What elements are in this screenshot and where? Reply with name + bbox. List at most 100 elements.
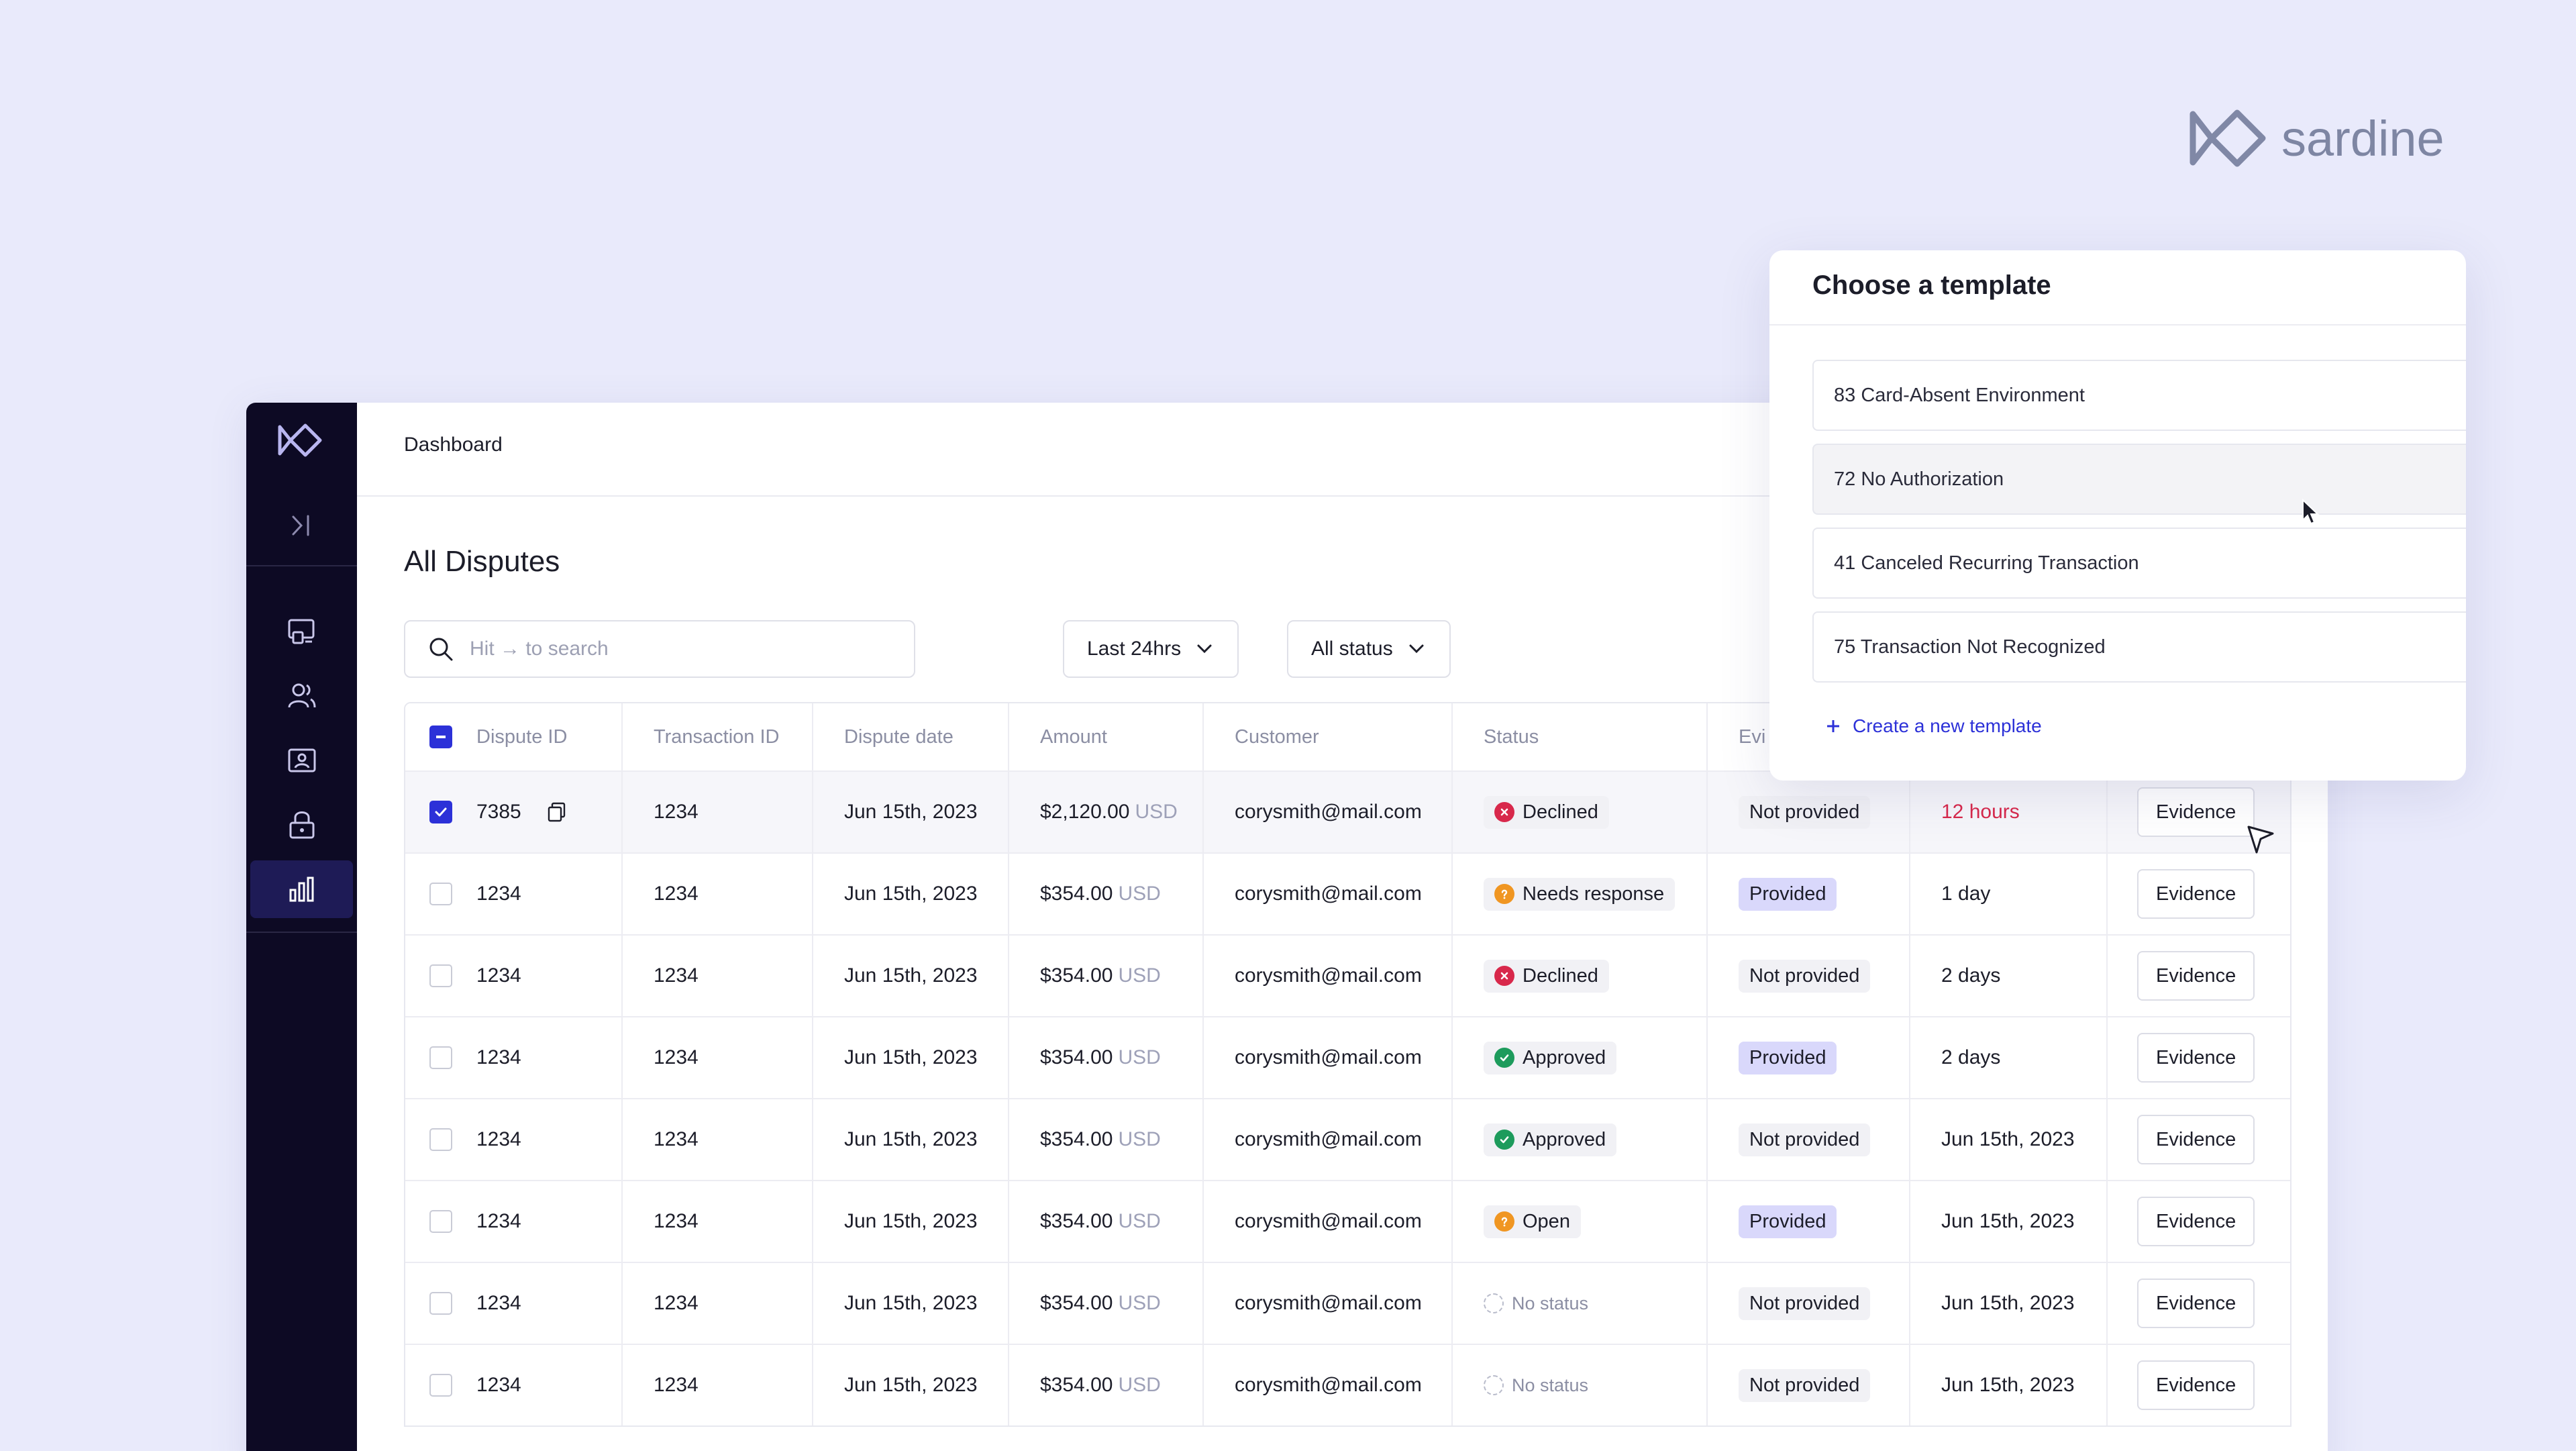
status-filter-label: All status xyxy=(1311,638,1393,660)
sidebar-item-analytics[interactable] xyxy=(250,860,353,918)
minus-icon xyxy=(436,736,446,738)
template-popover: Choose a template 83 Card-Absent Environ… xyxy=(1769,250,2466,781)
cell-evidence: Not provided xyxy=(1708,1345,1910,1425)
check-icon xyxy=(435,807,447,817)
cell-status: Approved xyxy=(1453,1017,1708,1098)
status-filter-dropdown[interactable]: All status xyxy=(1287,620,1451,678)
due-label: Jun 15th, 2023 xyxy=(1941,1374,2075,1396)
lock-icon xyxy=(289,811,314,839)
transaction-id: 1234 xyxy=(654,1210,699,1232)
currency-code: USD xyxy=(1118,1292,1161,1314)
status-badge: Declined xyxy=(1484,795,1609,829)
create-template-link[interactable]: Create a new template xyxy=(1824,715,2042,737)
dispute-date: Jun 15th, 2023 xyxy=(844,1210,978,1232)
table-row[interactable]: 7385 1234 Jun 15th, 2023 $2,120.00 USD corysm… xyxy=(405,770,2290,852)
sardine-logo-icon[interactable] xyxy=(276,420,328,460)
copy-icon[interactable] xyxy=(546,801,568,823)
header-label[interactable]: Dispute ID xyxy=(476,726,567,748)
transaction-id: 1234 xyxy=(654,1374,699,1396)
amount-value: $354.00 xyxy=(1040,1210,1113,1232)
evidence-button[interactable]: Evidence xyxy=(2137,1360,2255,1410)
table-row[interactable]: 1234 1234 Jun 15th, 2023 $354.00 USD corysmit… xyxy=(405,1016,2290,1098)
row-checkbox[interactable] xyxy=(429,1210,452,1233)
header-dispute-date[interactable]: Dispute date xyxy=(813,703,1009,770)
template-option[interactable]: 83 Card-Absent Environment xyxy=(1812,360,2466,431)
evidence-tag: Provided xyxy=(1739,1205,1837,1238)
sidebar-item-security[interactable] xyxy=(246,796,357,854)
amount-value: $354.00 xyxy=(1040,1046,1113,1068)
header-customer[interactable]: Customer xyxy=(1204,703,1453,770)
sidebar-item-dashboard[interactable] xyxy=(246,603,357,660)
date-range-dropdown[interactable]: Last 24hrs xyxy=(1063,620,1239,678)
analytics-icon xyxy=(289,877,313,902)
cell-transaction-id: 1234 xyxy=(623,936,813,1016)
cell-transaction-id: 1234 xyxy=(623,1099,813,1180)
sidebar-item-identity[interactable] xyxy=(246,732,357,789)
cell-due: Jun 15th, 2023 xyxy=(1910,1263,2108,1344)
cell-due: 2 days xyxy=(1910,1017,2108,1098)
cell-transaction-id: 1234 xyxy=(623,1263,813,1344)
evidence-button[interactable]: Evidence xyxy=(2137,951,2255,1001)
search-box[interactable] xyxy=(404,620,915,678)
header-status[interactable]: Status xyxy=(1453,703,1708,770)
cell-due: 1 day xyxy=(1910,854,2108,934)
select-all-checkbox[interactable] xyxy=(429,726,452,748)
cell-amount: $354.00 USD xyxy=(1009,1263,1204,1344)
cell-amount: $2,120.00 USD xyxy=(1009,772,1204,852)
collapse-sidebar-icon[interactable] xyxy=(287,510,317,541)
row-checkbox[interactable] xyxy=(429,1292,452,1315)
cell-amount: $354.00 USD xyxy=(1009,1345,1204,1425)
table-row[interactable]: 1234 1234 Jun 15th, 2023 $354.00 USD corysmit… xyxy=(405,1262,2290,1344)
evidence-button[interactable]: Evidence xyxy=(2137,869,2255,919)
currency-code: USD xyxy=(1118,1374,1161,1396)
template-option[interactable]: 72 No Authorization xyxy=(1812,444,2466,515)
row-checkbox[interactable] xyxy=(429,801,452,823)
evidence-button[interactable]: Evidence xyxy=(2137,1115,2255,1164)
evidence-button[interactable]: Evidence xyxy=(2137,787,2255,837)
evidence-tag: Not provided xyxy=(1739,959,1871,993)
table-row[interactable]: 1234 1234 Jun 15th, 2023 $354.00 USD corysmit… xyxy=(405,934,2290,1016)
cell-evidence: Not provided xyxy=(1708,1263,1910,1344)
status-label: Declined xyxy=(1523,964,1598,987)
search-input[interactable] xyxy=(470,638,872,660)
table-row[interactable]: 1234 1234 Jun 15th, 2023 $354.00 USD corysmit… xyxy=(405,1344,2290,1425)
status-badge: No status xyxy=(1484,1370,1599,1401)
header-label: Transaction ID xyxy=(654,726,780,748)
cursor-arrow-icon xyxy=(2247,825,2274,854)
row-checkbox[interactable] xyxy=(429,883,452,905)
cell-customer: corysmith@mail.com xyxy=(1204,1099,1453,1180)
header-amount[interactable]: Amount xyxy=(1009,703,1204,770)
due-label: 2 days xyxy=(1941,1046,2001,1068)
evidence-button[interactable]: Evidence xyxy=(2137,1279,2255,1328)
row-checkbox[interactable] xyxy=(429,1128,452,1151)
header-label: Customer xyxy=(1235,726,1319,748)
breadcrumb[interactable]: Dashboard xyxy=(404,434,503,456)
evidence-tag: Provided xyxy=(1739,1041,1837,1074)
cell-dispute-id: 1234 xyxy=(405,936,623,1016)
evidence-button[interactable]: Evidence xyxy=(2137,1033,2255,1083)
dashboard-icon xyxy=(288,619,314,644)
sidebar-item-users[interactable] xyxy=(246,667,357,725)
due-label: 2 days xyxy=(1941,964,2001,987)
cell-dispute-id: 1234 xyxy=(405,1263,623,1344)
template-option[interactable]: 41 Canceled Recurring Transaction xyxy=(1812,528,2466,599)
template-option[interactable]: 75 Transaction Not Recognized xyxy=(1812,611,2466,683)
evidence-button[interactable]: Evidence xyxy=(2137,1197,2255,1246)
header-transaction-id[interactable]: Transaction ID xyxy=(623,703,813,770)
table-row[interactable]: 1234 1234 Jun 15th, 2023 $354.00 USD corysmit… xyxy=(405,1180,2290,1262)
currency-code: USD xyxy=(1135,801,1178,823)
row-checkbox[interactable] xyxy=(429,1046,452,1069)
table-row[interactable]: 1234 1234 Jun 15th, 2023 $354.00 USD corysmit… xyxy=(405,852,2290,934)
cell-amount: $354.00 USD xyxy=(1009,1181,1204,1262)
cell-dispute-id: 7385 xyxy=(405,772,623,852)
cell-status: Declined xyxy=(1453,772,1708,852)
status-badge: Approved xyxy=(1484,1041,1617,1074)
row-checkbox[interactable] xyxy=(429,964,452,987)
currency-code: USD xyxy=(1118,1128,1161,1150)
customer-email: corysmith@mail.com xyxy=(1235,1292,1422,1314)
cell-amount: $354.00 USD xyxy=(1009,936,1204,1016)
row-checkbox[interactable] xyxy=(429,1374,452,1397)
table-row[interactable]: 1234 1234 Jun 15th, 2023 $354.00 USD corysmit… xyxy=(405,1098,2290,1180)
cell-action: Evidence xyxy=(2108,854,2290,934)
currency-code: USD xyxy=(1118,1046,1161,1068)
